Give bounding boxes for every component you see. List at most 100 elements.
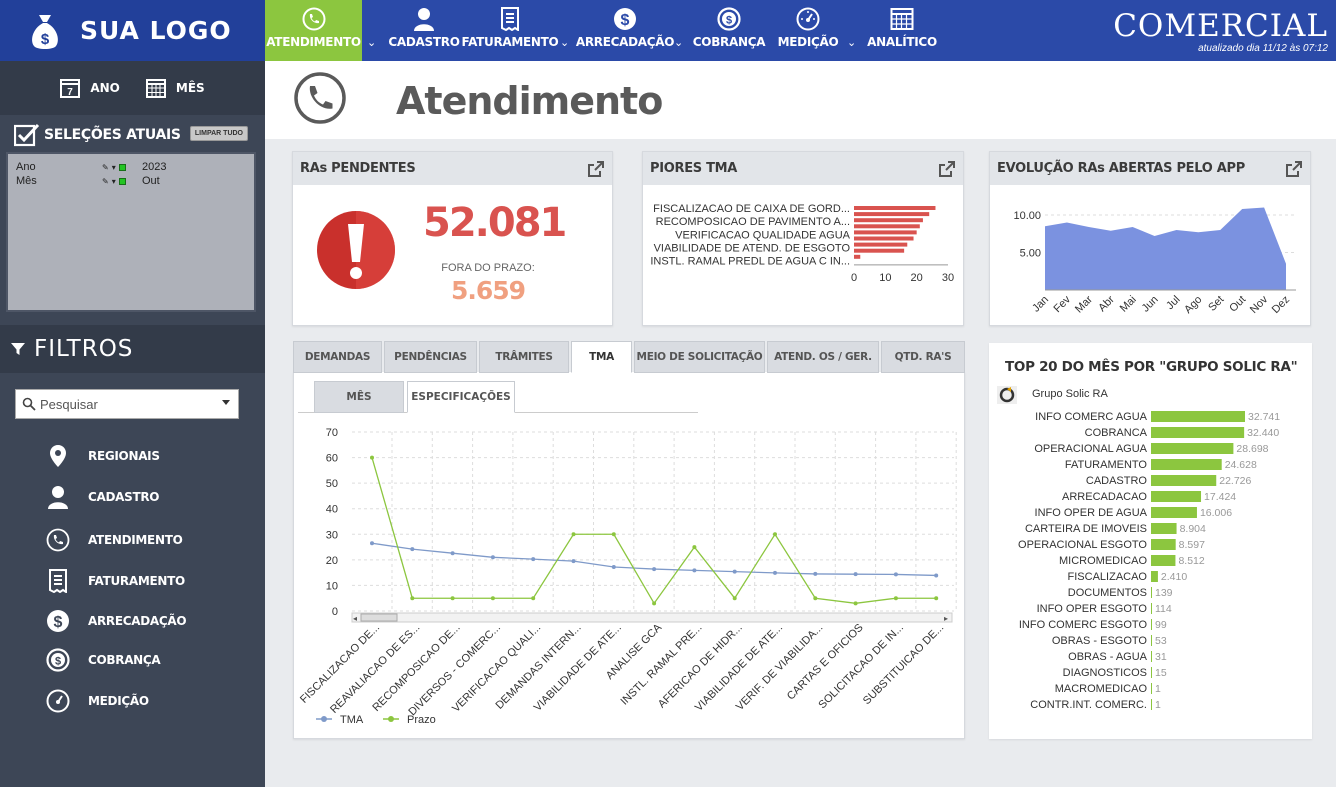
tab-meio-solicitacao[interactable]: MEIO DE SOLICITAÇÃO xyxy=(634,341,765,373)
tab-qtd-ras[interactable]: QTD. RA'S xyxy=(881,341,965,373)
nav-cobranca[interactable]: $ COBRANÇA xyxy=(693,0,766,61)
data-point xyxy=(773,570,777,575)
chevron-down-icon[interactable]: ⌄ xyxy=(367,36,376,49)
filter-atendimento[interactable]: ATENDIMENTO xyxy=(46,526,246,554)
value-label: 1 xyxy=(1155,699,1161,711)
logo[interactable]: $ SUA LOGO xyxy=(0,0,265,61)
phone-icon xyxy=(302,7,325,31)
svg-text:$: $ xyxy=(54,614,63,631)
category-label: MACROMEDICAO xyxy=(1055,683,1148,695)
eraser-icon[interactable]: ✎ xyxy=(102,177,109,186)
bar-label: VERIFICACAO QUALIDADE AGUA xyxy=(675,229,850,241)
selections-title: SELEÇÕES ATUAIS xyxy=(44,127,181,143)
caret-down-icon[interactable] xyxy=(222,400,230,405)
tab-pendencias[interactable]: PENDÊNCIAS xyxy=(384,341,477,373)
bar xyxy=(1151,555,1176,566)
chevron-down-icon[interactable]: ⌄ xyxy=(674,36,683,49)
category-label: INFO COMERC ESGOTO xyxy=(1019,619,1148,631)
data-point xyxy=(934,596,939,601)
filters-title: FILTROS xyxy=(34,336,134,362)
series-line-prazo xyxy=(371,457,937,605)
category-label: CADASTRO xyxy=(1086,475,1148,487)
expand-icon[interactable] xyxy=(588,161,604,177)
selection-row[interactable]: Mês ✎ ▾ Out xyxy=(16,174,246,188)
cycle-search-icon[interactable] xyxy=(997,386,1017,404)
value-label: 15 xyxy=(1155,667,1167,679)
nav-cadastro[interactable]: CADASTRO xyxy=(388,0,460,61)
nav-medicao[interactable]: MEDIÇÃO xyxy=(777,0,839,61)
value-label: 22.726 xyxy=(1219,475,1251,487)
x-tick-label: Mar xyxy=(1073,293,1095,315)
filter-label: MEDIÇÃO xyxy=(88,694,149,708)
card-header: EVOLUÇÃO RAs ABERTAS PELO APP xyxy=(990,152,1310,185)
data-point xyxy=(410,596,415,601)
map-pin-icon xyxy=(50,445,66,467)
dollar-icon: $ xyxy=(614,8,636,30)
search-icon xyxy=(22,397,36,411)
expand-icon[interactable] xyxy=(939,161,955,177)
month-button[interactable]: MÊS xyxy=(145,78,205,98)
nav-faturamento[interactable]: FATURAMENTO xyxy=(462,0,559,61)
alert-icon xyxy=(317,211,395,289)
dollar-cycle-icon: $ xyxy=(717,7,741,31)
filter-medicao[interactable]: MEDIÇÃO xyxy=(46,687,246,715)
top20-card: TOP 20 DO MÊS POR "GRUPO SOLIC RA" Grupo… xyxy=(989,343,1312,739)
value-label: 28.698 xyxy=(1236,443,1268,455)
selections-list: Ano ✎ ▾ 2023 Mês ✎ ▾ Out xyxy=(6,152,256,312)
bar xyxy=(1151,539,1176,550)
filter-label: ARRECADAÇÃO xyxy=(88,614,187,628)
search-input[interactable]: Pesquisar xyxy=(15,389,239,419)
tab-atend-os[interactable]: ATEND. OS / GER. xyxy=(767,341,879,373)
category-label: OPERACIONAL ESGOTO xyxy=(1018,539,1147,551)
value-label: 17.424 xyxy=(1204,491,1236,503)
bar xyxy=(1151,699,1152,710)
eraser-icon[interactable]: ✎ xyxy=(102,163,109,172)
filter-icon xyxy=(11,343,25,355)
nav-label: CADASTRO xyxy=(388,35,460,49)
x-tick-label: Jan xyxy=(1030,294,1051,315)
filter-label: ATENDIMENTO xyxy=(88,533,183,547)
tab-tramites[interactable]: TRÂMITES xyxy=(479,341,569,373)
x-tick-label: Jun xyxy=(1140,294,1161,315)
subtab-mes[interactable]: MÊS xyxy=(314,381,404,413)
subtab-especificacoes[interactable]: ESPECIFICAÇÕES xyxy=(407,381,515,413)
x-tick-label: Set xyxy=(1206,294,1226,314)
bar xyxy=(1151,683,1152,694)
category-label: OPERACIONAL AGUA xyxy=(1034,443,1147,455)
filter-regionais[interactable]: REGIONAIS xyxy=(46,442,246,470)
filter-cobranca[interactable]: $ COBRANÇA xyxy=(46,646,246,674)
tab-demandas[interactable]: DEMANDAS xyxy=(293,341,382,373)
chevron-down-icon[interactable]: ⌄ xyxy=(560,36,569,49)
filter-arrecadacao[interactable]: $ ARRECADAÇÃO xyxy=(46,607,246,635)
nav-atendimento[interactable]: ATENDIMENTO xyxy=(265,0,362,61)
year-button[interactable]: 7 ANO xyxy=(60,78,120,98)
clear-all-button[interactable]: LIMPAR TUDO xyxy=(189,126,248,141)
nav-analitico[interactable]: ANALÍTICO xyxy=(867,0,937,61)
receipt-icon xyxy=(49,569,67,593)
filter-faturamento[interactable]: FATURAMENTO xyxy=(46,567,246,595)
month-label: MÊS xyxy=(175,81,205,95)
value-label: 32.741 xyxy=(1248,411,1280,423)
dropdown-icon[interactable]: ▾ xyxy=(112,163,116,172)
filter-cadastro[interactable]: CADASTRO xyxy=(46,483,246,511)
dropdown-icon[interactable]: ▾ xyxy=(112,177,116,186)
selection-row[interactable]: Ano ✎ ▾ 2023 xyxy=(16,160,246,174)
bar xyxy=(1151,603,1152,614)
nav-label: MEDIÇÃO xyxy=(777,35,839,49)
tab-tma[interactable]: TMA xyxy=(571,341,632,373)
selection-value: 2023 xyxy=(142,161,167,173)
year-label: ANO xyxy=(90,81,120,95)
nav-arrecadacao[interactable]: $ ARRECADAÇÃO xyxy=(576,0,674,61)
bar xyxy=(854,206,936,210)
expand-icon[interactable] xyxy=(1286,161,1302,177)
category-label: COBRANCA xyxy=(1085,427,1148,439)
svg-text:7: 7 xyxy=(68,87,74,98)
calendar-day-icon: 7 xyxy=(60,79,81,98)
bar-label: VIABILIDADE DE ATEND. DE ESGOTO xyxy=(654,243,851,255)
value-label: 8.904 xyxy=(1180,523,1206,535)
bar xyxy=(854,254,861,259)
category-label: ARRECADACAO xyxy=(1062,491,1147,503)
category-label: CARTEIRA DE IMOVEIS xyxy=(1025,523,1147,535)
chevron-down-icon[interactable]: ⌄ xyxy=(847,36,856,49)
bar xyxy=(1151,411,1245,422)
